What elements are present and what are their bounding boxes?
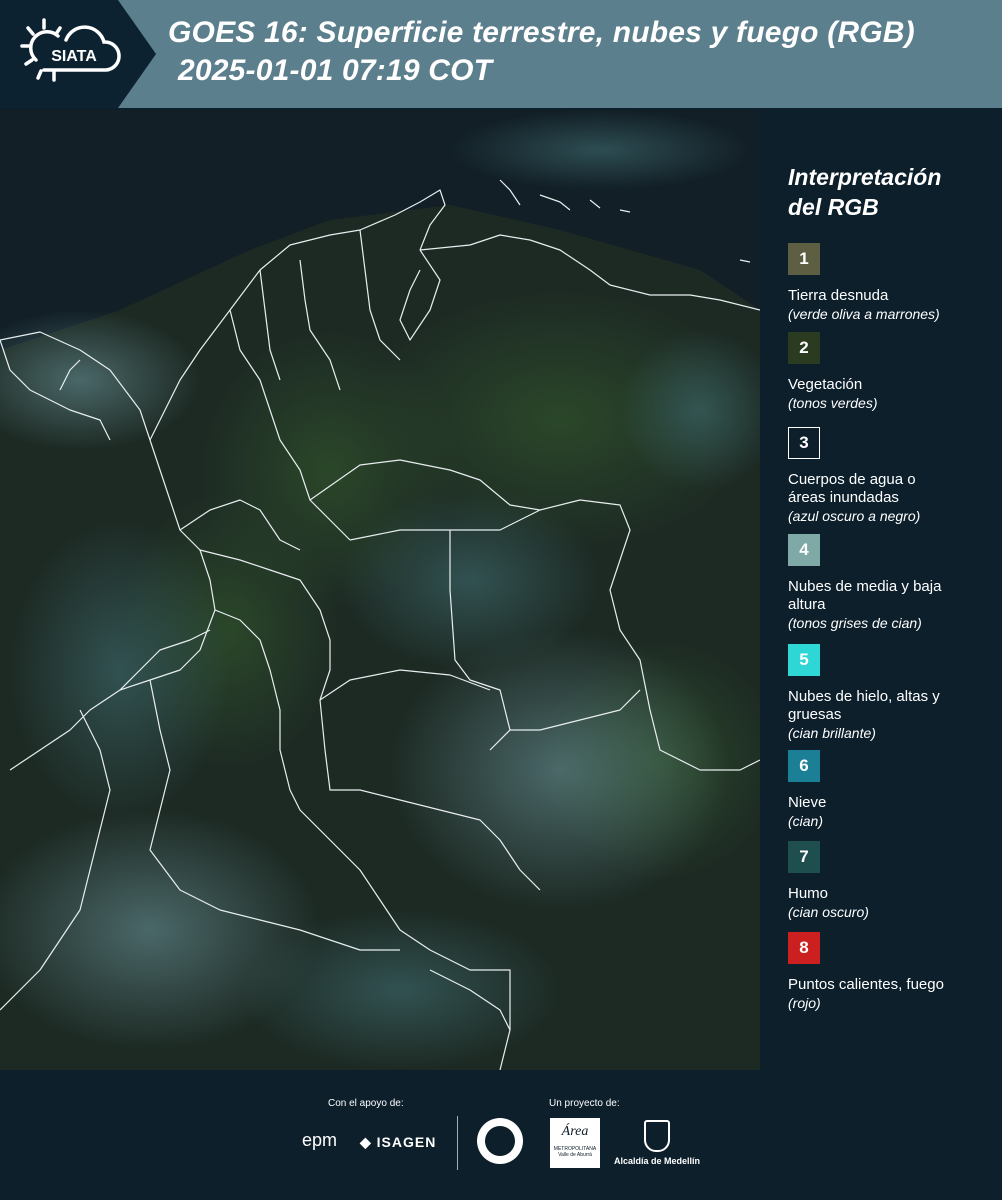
legend-title-line-2: del RGB <box>788 194 879 220</box>
title-line-1: GOES 16: Superficie terrestre, nubes y f… <box>168 16 915 49</box>
legend-item-4: 4 Nubes de media y baja altura (tonos gris… <box>788 534 998 632</box>
alcaldia-logo-text: Alcaldía de Medellín <box>613 1156 701 1166</box>
isagen-logo-text: ISAGEN <box>376 1134 437 1150</box>
seal-logo <box>477 1118 523 1164</box>
legend-item-7: 7 Humo (cian oscuro) <box>788 841 998 921</box>
page-title: GOES 16: Superficie terrestre, nubes y f… <box>168 14 915 90</box>
legend-note: (verde oliva a marrones) <box>788 306 940 322</box>
isagen-mark-icon: ◆ <box>360 1134 372 1150</box>
title-timestamp: 2025-01-01 07:19 COT <box>178 54 493 87</box>
project-label: Un proyecto de: <box>549 1098 620 1109</box>
legend-title-line-1: Interpretación <box>788 164 942 190</box>
shield-icon <box>644 1120 670 1152</box>
legend-label: Puntos calientes, fuego <box>788 976 944 993</box>
legend-label: Cuerpos de agua o áreas inundadas <box>788 471 916 506</box>
legend-label: Vegetación <box>788 376 863 393</box>
legend-label: Humo <box>788 885 829 902</box>
legend-note: (tonos grises de cian) <box>788 615 922 631</box>
legend-swatch: 1 <box>788 243 820 275</box>
legend-item-1: 1 Tierra desnuda (verde oliva a marrones) <box>788 243 998 323</box>
legend-swatch: 5 <box>788 644 820 676</box>
legend-item-5: 5 Nubes de hielo, altas y gruesas (cian br… <box>788 644 998 742</box>
legend-label: Nieve <box>788 794 827 811</box>
legend-note: (cian) <box>788 813 824 829</box>
legend-label: Nubes de media y baja altura <box>788 578 942 613</box>
legend-swatch: 4 <box>788 534 820 566</box>
footer: Con el apoyo de: Un proyecto de: epm ◆ I… <box>0 1070 1002 1200</box>
isagen-logo: ◆ ISAGEN <box>360 1134 436 1151</box>
legend-swatch: 6 <box>788 750 820 782</box>
epm-logo: epm <box>302 1130 338 1150</box>
legend-swatch: 3 <box>788 427 820 459</box>
siata-logo-text: SIATA <box>51 48 97 65</box>
legend-note: (tonos verdes) <box>788 395 878 411</box>
header: SIATA GOES 16: Superficie terrestre, nub… <box>0 0 1002 108</box>
legend-item-8: 8 Puntos calientes, fuego (rojo) <box>788 932 998 1012</box>
footer-divider <box>457 1116 458 1170</box>
legend-note: (azul oscuro a negro) <box>788 508 921 524</box>
area-logo-sub2: Valle de Aburrá <box>558 1152 592 1158</box>
siata-logo: SIATA <box>14 14 126 94</box>
legend-swatch: 2 <box>788 332 820 364</box>
alcaldia-logo: Alcaldía de Medellín <box>612 1120 702 1166</box>
legend-title: Interpretación del RGB <box>788 162 941 222</box>
support-label: Con el apoyo de: <box>328 1098 404 1109</box>
legend-item-3: 3 Cuerpos de agua o áreas inundadas (azul … <box>788 427 998 525</box>
legend-item-2: 2 Vegetación (tonos verdes) <box>788 332 998 412</box>
satellite-map[interactable] <box>0 110 760 1070</box>
legend-item-6: 6 Nieve (cian) <box>788 750 998 830</box>
area-logo-title: Área <box>561 1124 589 1139</box>
area-metropolitana-logo: Área METROPOLITANA Valle de Aburrá <box>550 1118 600 1168</box>
legend-swatch: 7 <box>788 841 820 873</box>
legend-swatch: 8 <box>788 932 820 964</box>
legend-panel: Interpretación del RGB 1 Tierra desnuda (v… <box>760 110 1002 1070</box>
legend-note: (cian oscuro) <box>788 904 869 920</box>
legend-label: Tierra desnuda <box>788 287 889 304</box>
legend-label: Nubes de hielo, altas y gruesas <box>788 688 940 723</box>
legend-note: (rojo) <box>788 995 821 1011</box>
legend-note: (cian brillante) <box>788 725 876 741</box>
